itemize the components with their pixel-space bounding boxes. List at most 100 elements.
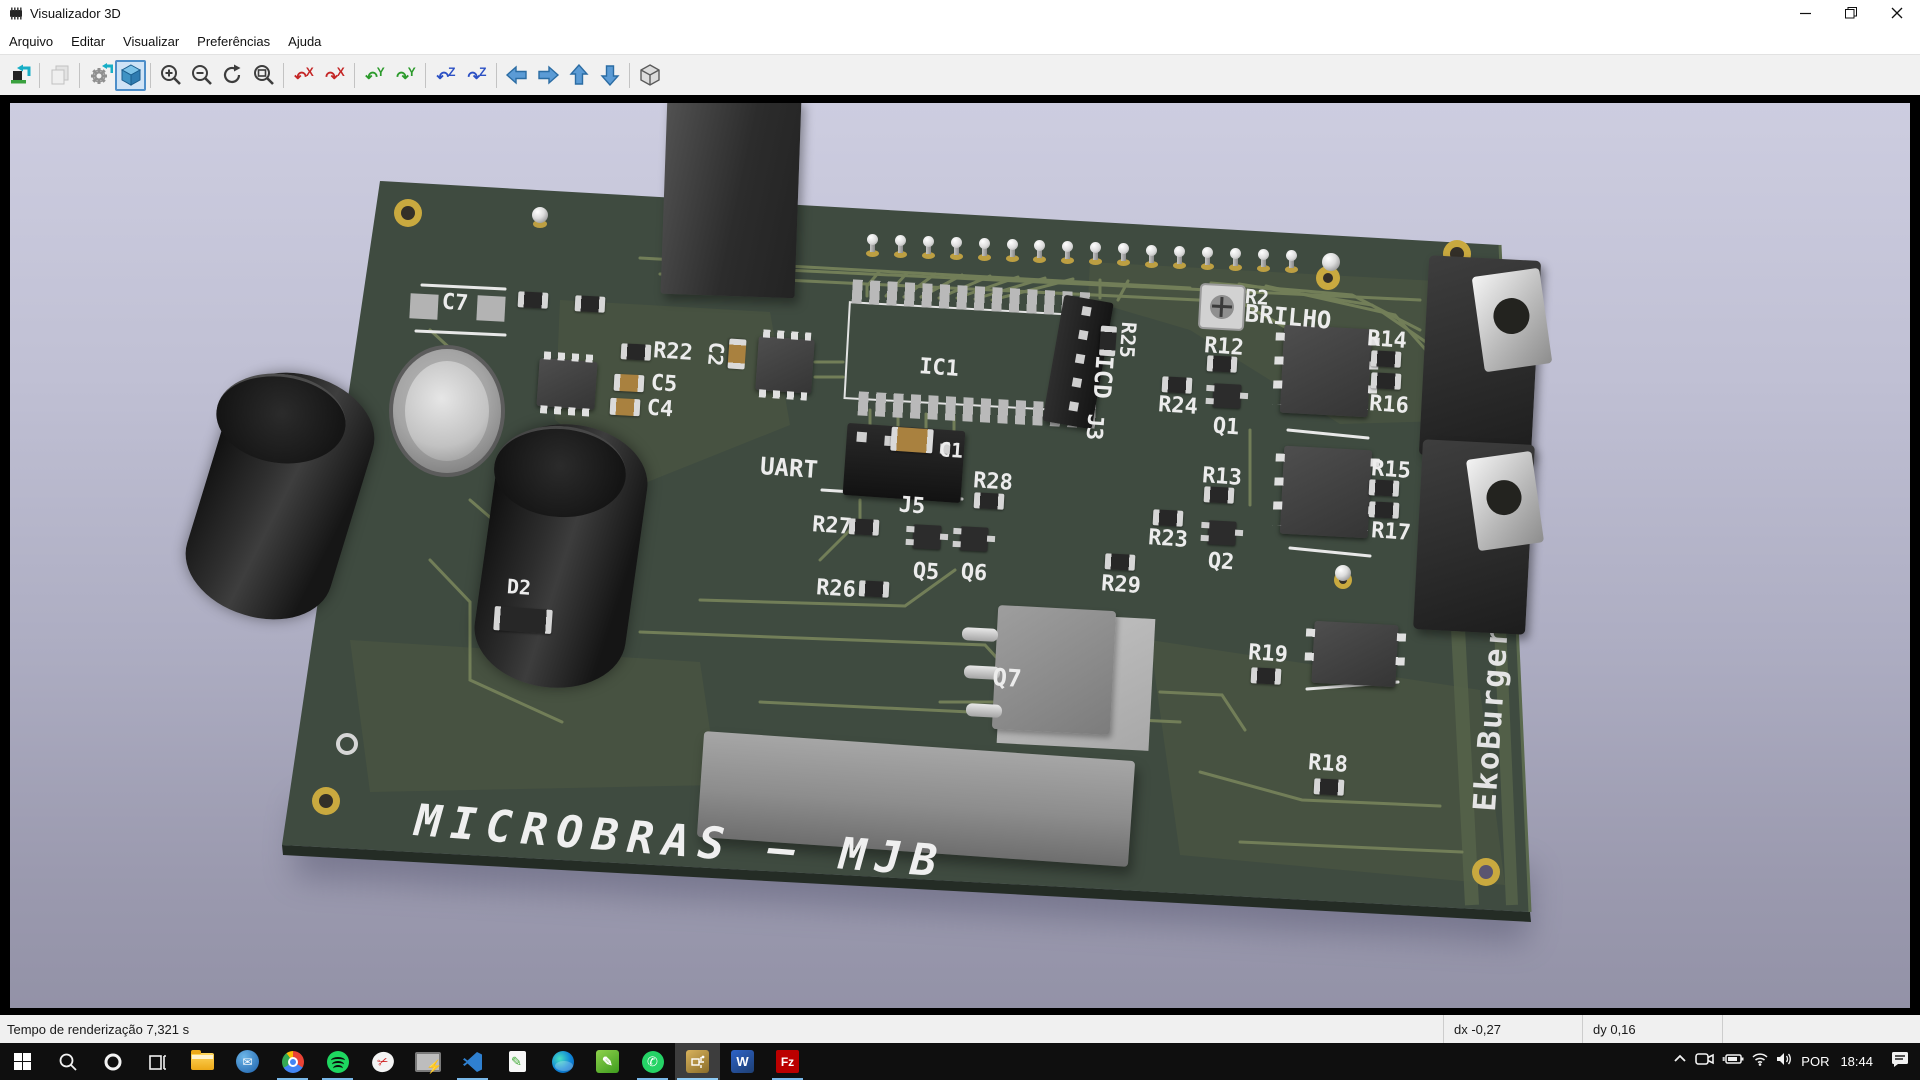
menu-visualizar[interactable]: Visualizar	[114, 29, 188, 54]
wifi-icon[interactable]	[1751, 1052, 1769, 1071]
close-button[interactable]	[1874, 0, 1920, 26]
start-button[interactable]	[0, 1043, 45, 1080]
chip-resistor	[1153, 509, 1184, 527]
chip-capacitor	[614, 374, 645, 393]
settings-gear-button[interactable]	[84, 60, 115, 91]
kicad-3d-viewer-window: Visualizador 3D Arquivo Editar Visualiza…	[0, 0, 1920, 1080]
pin-ball	[1286, 250, 1297, 261]
mail-button[interactable]: ✉	[225, 1043, 270, 1080]
minimize-button[interactable]	[1782, 0, 1828, 26]
rotate-x-ccw-button[interactable]: ↶X	[288, 60, 319, 91]
language-indicator[interactable]: POR	[1801, 1054, 1829, 1069]
notification-center-icon[interactable]	[1890, 1050, 1910, 1073]
system-tray: POR 18:44	[1672, 1043, 1920, 1080]
task-view-button[interactable]	[135, 1043, 180, 1080]
tray-chevron-up-icon[interactable]	[1672, 1051, 1688, 1072]
chip-resistor	[1314, 778, 1345, 796]
3d-scene[interactable]: C7R22C2C5C4IC1UARTC1J5R28R27Q5Q6R26R29IC…	[10, 103, 1910, 1008]
pin-ball	[1034, 240, 1045, 251]
snipping-tool-button[interactable]: ✂	[360, 1043, 405, 1080]
pin-ball	[1230, 248, 1241, 259]
spotify-button[interactable]	[315, 1043, 360, 1080]
pin-ball	[1258, 249, 1269, 260]
edge-button[interactable]	[540, 1043, 585, 1080]
chip-resistor	[1371, 372, 1402, 390]
chip-capacitor	[727, 338, 746, 369]
search-button[interactable]	[45, 1043, 90, 1080]
remote-desktop-button[interactable]: ⚡	[405, 1043, 450, 1080]
chip-resistor	[859, 580, 890, 598]
3d-viewport[interactable]: C7R22C2C5C4IC1UARTC1J5R28R27Q5Q6R26R29IC…	[0, 95, 1920, 1015]
redraw-view-button[interactable]	[217, 60, 248, 91]
render-time-text: Tempo de renderização 7,321 s	[0, 1022, 1443, 1037]
zoom-fit-button[interactable]	[248, 60, 279, 91]
sot23-transistor	[1207, 520, 1236, 545]
file-explorer-button[interactable]	[180, 1043, 225, 1080]
kicad-3d-viewer-taskbar-button[interactable]	[675, 1043, 720, 1080]
restore-button[interactable]	[1828, 0, 1874, 26]
zoom-out-button[interactable]	[186, 60, 217, 91]
battery-icon[interactable]	[1722, 1052, 1744, 1071]
chip-resistor	[1207, 355, 1238, 373]
status-dy: dy 0,16	[1582, 1015, 1722, 1043]
pan-left-button[interactable]	[501, 60, 532, 91]
pin-ball	[1174, 246, 1185, 257]
chip-resistor	[1162, 376, 1193, 394]
clock[interactable]: 18:44	[1840, 1054, 1873, 1069]
chip-resistor	[1105, 553, 1136, 571]
window-title: Visualizador 3D	[30, 6, 121, 21]
chrome-button[interactable]	[270, 1043, 315, 1080]
pin-ball	[895, 235, 906, 246]
menu-editar[interactable]: Editar	[62, 29, 114, 54]
sot23-transistor	[1212, 383, 1241, 408]
pan-down-button[interactable]	[594, 60, 625, 91]
chip-resistor	[1251, 667, 1282, 685]
rotate-z-ccw-button[interactable]: ↶Z	[430, 60, 461, 91]
title-bar: Visualizador 3D	[0, 0, 1920, 26]
chip-resistor	[1369, 501, 1400, 519]
chip-resistor	[849, 518, 880, 536]
greenshot-button[interactable]: ✎	[585, 1043, 630, 1080]
copy-image-button[interactable]	[44, 60, 75, 91]
3d-cube-mode-button[interactable]	[115, 60, 146, 91]
rotate-y-cw-button[interactable]: ↷Y	[390, 60, 421, 91]
rotate-z-cw-button[interactable]: ↷Z	[461, 60, 492, 91]
pin-ball	[1090, 242, 1101, 253]
sot23-transistor	[912, 524, 941, 549]
pin-ball	[1007, 239, 1018, 250]
rotate-x-cw-button[interactable]: ↷X	[319, 60, 350, 91]
word-button[interactable]: W	[720, 1043, 765, 1080]
app-chip-icon	[8, 5, 24, 21]
menu-ajuda[interactable]: Ajuda	[279, 29, 330, 54]
menu-preferencias[interactable]: Preferências	[188, 29, 279, 54]
status-bar: Tempo de renderização 7,321 s dx -0,27 d…	[0, 1015, 1920, 1043]
menu-arquivo[interactable]: Arquivo	[0, 29, 62, 54]
pin-ball	[951, 237, 962, 248]
filezilla-button[interactable]: Fz	[765, 1043, 810, 1080]
chip-resistor	[1204, 486, 1235, 504]
toolbar: ↶X ↷X ↶Y ↷Y ↶Z ↷Z	[0, 54, 1920, 95]
cortana-button[interactable]	[90, 1043, 135, 1080]
diode-d2	[493, 606, 553, 634]
rotate-y-ccw-button[interactable]: ↶Y	[359, 60, 390, 91]
pin-ball	[979, 238, 990, 249]
vscode-button[interactable]	[450, 1043, 495, 1080]
volume-icon[interactable]	[1776, 1052, 1794, 1071]
pan-up-button[interactable]	[563, 60, 594, 91]
pin-ball	[1062, 241, 1073, 252]
chip-resistor	[518, 291, 549, 309]
chip-capacitor	[890, 427, 934, 454]
pin-ball	[1146, 245, 1157, 256]
reload-board-button[interactable]	[4, 60, 35, 91]
orthographic-view-button[interactable]	[634, 60, 665, 91]
status-empty-cell	[1722, 1015, 1920, 1043]
whatsapp-button[interactable]: ✆	[630, 1043, 675, 1080]
menu-bar: Arquivo Editar Visualizar Preferências A…	[0, 26, 1920, 54]
notepad-button[interactable]: ✎	[495, 1043, 540, 1080]
status-dx: dx -0,27	[1443, 1015, 1582, 1043]
zoom-in-button[interactable]	[155, 60, 186, 91]
pan-right-button[interactable]	[532, 60, 563, 91]
meet-now-icon[interactable]	[1695, 1051, 1715, 1072]
smd-components	[10, 103, 1910, 1008]
pin-ball	[923, 236, 934, 247]
